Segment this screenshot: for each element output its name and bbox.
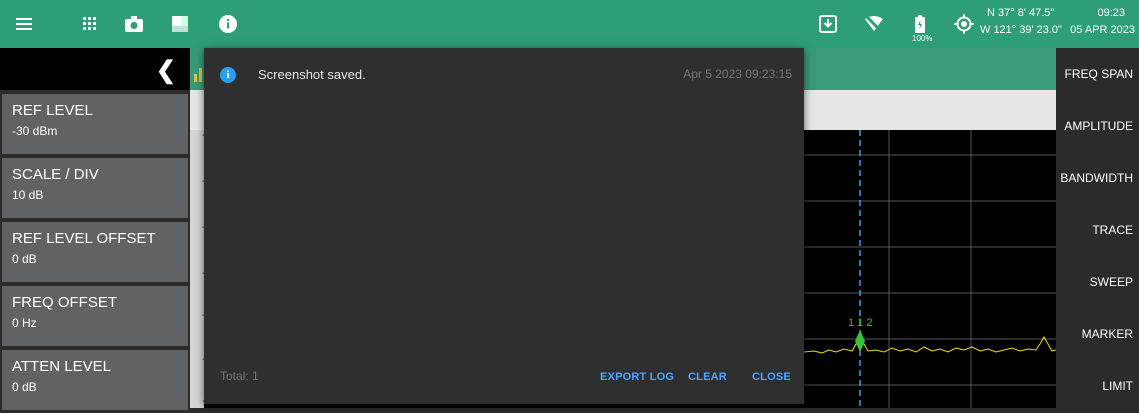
marker-label: 1 1 2	[848, 317, 872, 329]
ref-level-label: REF LEVEL	[12, 102, 93, 119]
notification-panel: i Screenshot saved. Apr 5 2023 09:23:15 …	[204, 48, 804, 404]
wifi-off-icon	[862, 12, 886, 36]
battery-percent: 100%	[912, 34, 933, 43]
info-icon: i	[220, 67, 236, 83]
bandwidth-button[interactable]: BANDWIDTH	[1056, 152, 1139, 204]
atten-level-label: ATTEN LEVEL	[12, 358, 111, 375]
gps-icon[interactable]	[952, 12, 976, 36]
close-button[interactable]: CLOSE	[752, 371, 791, 383]
limit-button[interactable]: LIMIT	[1056, 360, 1139, 412]
notification-timestamp: Apr 5 2023 09:23:15	[683, 67, 792, 81]
ref-level-offset-value: 0 dB	[12, 252, 37, 266]
freq-offset-label: FREQ OFFSET	[12, 294, 117, 311]
export-log-button[interactable]: EXPORT LOG	[600, 371, 674, 383]
clock: 09:23 05 APR 2023	[1070, 6, 1135, 37]
freq-offset-value: 0 Hz	[12, 316, 37, 330]
freq-offset-button[interactable]: FREQ OFFSET 0 Hz	[2, 286, 188, 346]
clock-time: 09:23	[1097, 7, 1125, 19]
right-menu-panel: FREQ SPAN AMPLITUDE BANDWIDTH TRACE SWEE…	[1056, 48, 1139, 408]
marker-diamond[interactable]	[855, 330, 865, 352]
notification-message: Screenshot saved.	[258, 67, 366, 82]
battery-icon	[908, 12, 932, 36]
grid-icon[interactable]	[78, 12, 102, 36]
download-icon[interactable]	[816, 12, 840, 36]
marker-button[interactable]: MARKER	[1056, 308, 1139, 360]
trace-button[interactable]: TRACE	[1056, 204, 1139, 256]
left-settings-panel: ❮ REF LEVEL -30 dBm SCALE / DIV 10 dB RE…	[0, 48, 190, 410]
atten-level-button[interactable]: ATTEN LEVEL 0 dB	[2, 350, 188, 410]
scale-div-button[interactable]: SCALE / DIV 10 dB	[2, 158, 188, 218]
back-bar: ❮	[0, 48, 190, 90]
notification-total: Total: 1	[220, 369, 259, 383]
status-bar: 100% N 37° 8' 47.5" W 121° 39' 23.0" 09:…	[0, 0, 1139, 48]
chevron-left-icon[interactable]: ❮	[156, 56, 176, 85]
amplitude-button[interactable]: AMPLITUDE	[1056, 100, 1139, 152]
info-icon[interactable]	[216, 12, 240, 36]
clock-date: 05 APR 2023	[1070, 24, 1135, 36]
freq-span-button[interactable]: FREQ SPAN	[1056, 48, 1139, 100]
menu-icon[interactable]	[12, 12, 36, 36]
scale-div-value: 10 dB	[12, 188, 44, 202]
ref-level-value: -30 dBm	[12, 124, 58, 138]
gps-longitude: W 121° 39' 23.0"	[980, 24, 1062, 36]
sweep-button[interactable]: SWEEP	[1056, 256, 1139, 308]
gps-coordinates: N 37° 8' 47.5" W 121° 39' 23.0"	[980, 6, 1062, 37]
scale-div-label: SCALE / DIV	[12, 166, 99, 183]
clear-button[interactable]: CLEAR	[688, 371, 727, 383]
ref-level-button[interactable]: REF LEVEL -30 dBm	[2, 94, 188, 154]
atten-level-value: 0 dB	[12, 380, 37, 394]
ref-level-offset-label: REF LEVEL OFFSET	[12, 230, 156, 247]
gps-latitude: N 37° 8' 47.5"	[987, 7, 1055, 19]
camera-icon[interactable]	[122, 12, 146, 36]
ref-level-offset-button[interactable]: REF LEVEL OFFSET 0 dB	[2, 222, 188, 282]
layout-icon[interactable]	[168, 12, 192, 36]
